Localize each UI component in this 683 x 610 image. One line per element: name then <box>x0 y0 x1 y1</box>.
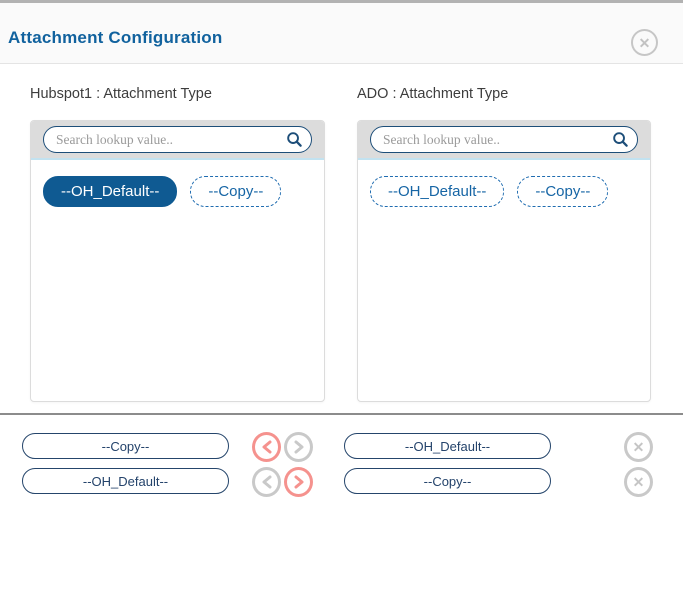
chip-copy[interactable]: --Copy-- <box>517 176 608 207</box>
left-search-pill <box>43 126 312 153</box>
right-chip-row: --OH_Default-- --Copy-- <box>358 160 650 223</box>
left-search-strip <box>31 121 324 160</box>
right-attachment-panel: --OH_Default-- --Copy-- <box>357 120 651 402</box>
mapping-row: --OH_Default-- --Copy-- ✕ <box>0 468 683 495</box>
mapping-source-button[interactable]: --Copy-- <box>22 433 229 459</box>
arrow-right-button[interactable] <box>284 432 313 462</box>
remove-mapping-button[interactable]: ✕ <box>624 432 653 462</box>
right-search-strip <box>358 121 650 160</box>
right-search-input[interactable] <box>383 132 612 148</box>
mapping-row: --Copy-- --OH_Default-- ✕ <box>0 433 683 460</box>
right-panel-title: ADO : Attachment Type <box>357 86 508 102</box>
arrow-left-button[interactable] <box>252 467 281 497</box>
chip-oh-default[interactable]: --OH_Default-- <box>370 176 504 207</box>
section-divider <box>0 413 683 415</box>
search-icon <box>286 131 303 148</box>
close-icon: ✕ <box>639 36 651 50</box>
dialog-title: Attachment Configuration <box>8 28 222 48</box>
arrow-left-icon <box>261 475 273 489</box>
arrow-right-button[interactable] <box>284 467 313 497</box>
arrow-right-icon <box>293 440 305 454</box>
search-icon <box>612 131 629 148</box>
mapping-target-button[interactable]: --OH_Default-- <box>344 433 551 459</box>
dialog-close-button[interactable]: ✕ <box>631 29 658 56</box>
left-attachment-panel: --OH_Default-- --Copy-- <box>30 120 325 402</box>
left-panel-title: Hubspot1 : Attachment Type <box>30 86 212 102</box>
left-search-input[interactable] <box>56 132 286 148</box>
arrow-left-button[interactable] <box>252 432 281 462</box>
remove-icon: ✕ <box>633 440 645 454</box>
mapping-source-button[interactable]: --OH_Default-- <box>22 468 229 494</box>
remove-icon: ✕ <box>633 475 645 489</box>
right-search-pill <box>370 126 638 153</box>
arrow-right-icon <box>293 475 305 489</box>
chip-oh-default[interactable]: --OH_Default-- <box>43 176 177 207</box>
mapping-target-button[interactable]: --Copy-- <box>344 468 551 494</box>
chip-copy[interactable]: --Copy-- <box>190 176 281 207</box>
arrow-left-icon <box>261 440 273 454</box>
dialog-header: Attachment Configuration ✕ <box>0 3 683 64</box>
left-chip-row: --OH_Default-- --Copy-- <box>31 160 324 223</box>
remove-mapping-button[interactable]: ✕ <box>624 467 653 497</box>
